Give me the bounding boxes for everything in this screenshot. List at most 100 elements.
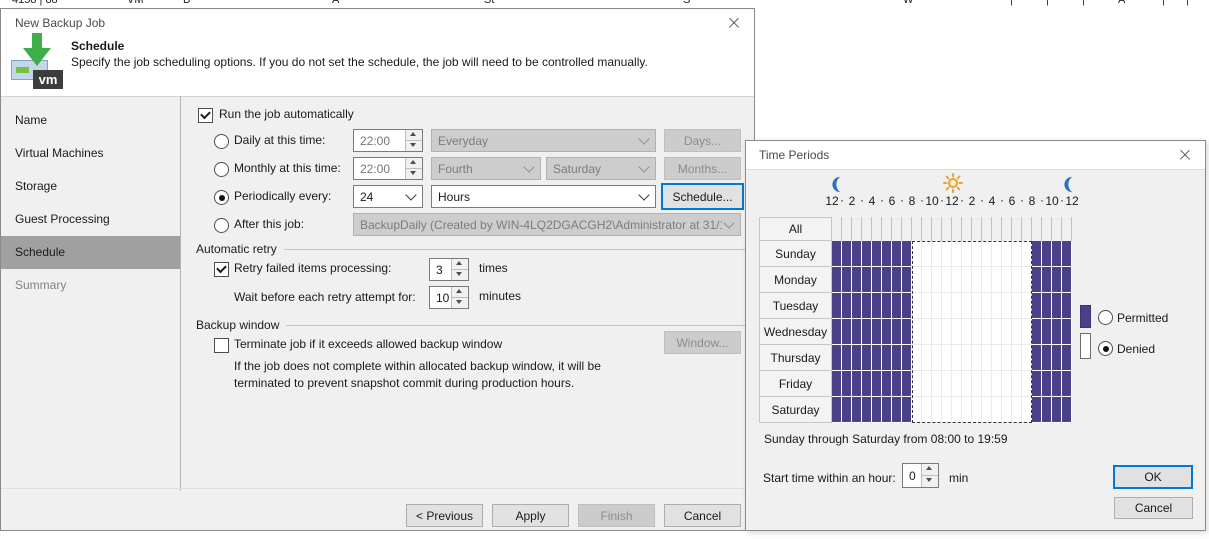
- time-cell[interactable]: [882, 241, 892, 267]
- time-cell[interactable]: [892, 319, 902, 345]
- time-cell[interactable]: [992, 293, 1002, 319]
- time-cell[interactable]: [982, 371, 992, 397]
- time-cell[interactable]: [902, 293, 912, 319]
- time-cell[interactable]: [1002, 241, 1012, 267]
- time-cell[interactable]: [1002, 397, 1012, 423]
- time-cell[interactable]: [1042, 371, 1052, 397]
- time-cell[interactable]: [1002, 345, 1012, 371]
- denied-radio[interactable]: [1098, 341, 1113, 356]
- time-cell[interactable]: [932, 319, 942, 345]
- time-cell[interactable]: [1032, 397, 1042, 423]
- spin-down-icon[interactable]: [922, 475, 938, 487]
- time-cell[interactable]: [1032, 241, 1042, 267]
- time-cell[interactable]: [912, 241, 922, 267]
- time-cell[interactable]: [842, 267, 852, 293]
- time-cell[interactable]: [1062, 397, 1072, 423]
- retry-checkbox[interactable]: [214, 262, 229, 277]
- time-cell[interactable]: [1052, 267, 1062, 293]
- time-cell[interactable]: [902, 371, 912, 397]
- time-cell[interactable]: [1012, 319, 1022, 345]
- time-cell[interactable]: [852, 345, 862, 371]
- day-label-sunday[interactable]: Sunday: [759, 241, 832, 267]
- time-cell[interactable]: [1052, 397, 1062, 423]
- time-cell[interactable]: [972, 293, 982, 319]
- time-cell[interactable]: [1042, 319, 1052, 345]
- time-cell[interactable]: [1062, 345, 1072, 371]
- time-cell[interactable]: [1042, 267, 1052, 293]
- time-cell[interactable]: [882, 319, 892, 345]
- day-label-tuesday[interactable]: Tuesday: [759, 293, 832, 319]
- time-cell[interactable]: [902, 319, 912, 345]
- time-cell[interactable]: [932, 217, 942, 241]
- time-cell[interactable]: [932, 267, 942, 293]
- time-cell[interactable]: [952, 241, 962, 267]
- permitted-radio[interactable]: [1098, 310, 1113, 325]
- sidebar-item-virtual-machines[interactable]: Virtual Machines: [1, 137, 180, 170]
- time-cell[interactable]: [1062, 241, 1072, 267]
- time-cell[interactable]: [862, 397, 872, 423]
- time-cell[interactable]: [862, 293, 872, 319]
- start-time-input[interactable]: 0: [902, 463, 939, 488]
- previous-button[interactable]: < Previous: [406, 504, 483, 527]
- time-cell[interactable]: [902, 267, 912, 293]
- time-cell[interactable]: [972, 345, 982, 371]
- after-job-radio[interactable]: [214, 218, 229, 233]
- time-cell[interactable]: [1012, 267, 1022, 293]
- time-cell[interactable]: [952, 397, 962, 423]
- spin-up-icon[interactable]: [452, 287, 468, 297]
- time-cell[interactable]: [1062, 217, 1072, 241]
- time-cell[interactable]: [972, 319, 982, 345]
- time-cell[interactable]: [952, 319, 962, 345]
- day-label-friday[interactable]: Friday: [759, 371, 832, 397]
- time-cell[interactable]: [922, 319, 932, 345]
- time-cell[interactable]: [1032, 293, 1042, 319]
- time-cell[interactable]: [942, 241, 952, 267]
- time-cell[interactable]: [832, 397, 842, 423]
- time-cell[interactable]: [1062, 319, 1072, 345]
- time-cell[interactable]: [922, 217, 932, 241]
- time-cell[interactable]: [852, 371, 862, 397]
- spin-up-icon[interactable]: [406, 130, 422, 140]
- terminate-checkbox[interactable]: [214, 338, 229, 353]
- close-icon[interactable]: [1173, 146, 1197, 164]
- time-cell[interactable]: [872, 345, 882, 371]
- time-cell[interactable]: [962, 217, 972, 241]
- time-cell[interactable]: [942, 319, 952, 345]
- start-time-spinner[interactable]: [921, 464, 938, 487]
- time-cell[interactable]: [842, 397, 852, 423]
- time-cell[interactable]: [1062, 293, 1072, 319]
- time-cell[interactable]: [982, 267, 992, 293]
- time-cell[interactable]: [882, 267, 892, 293]
- time-cell[interactable]: [1012, 293, 1022, 319]
- time-cell[interactable]: [882, 397, 892, 423]
- time-cell[interactable]: [1022, 345, 1032, 371]
- time-cell[interactable]: [942, 267, 952, 293]
- time-cell[interactable]: [1042, 241, 1052, 267]
- time-cell[interactable]: [912, 293, 922, 319]
- time-cell[interactable]: [1012, 217, 1022, 241]
- time-cell[interactable]: [842, 319, 852, 345]
- time-cell[interactable]: [972, 371, 982, 397]
- time-cell[interactable]: [1012, 371, 1022, 397]
- sidebar-item-guest-processing[interactable]: Guest Processing: [1, 203, 180, 236]
- time-cell[interactable]: [872, 319, 882, 345]
- day-label-saturday[interactable]: Saturday: [759, 397, 832, 423]
- time-cell[interactable]: [942, 217, 952, 241]
- time-cell[interactable]: [1052, 371, 1062, 397]
- daily-time-spinner[interactable]: [405, 130, 422, 151]
- time-cell[interactable]: [912, 217, 922, 241]
- time-cell[interactable]: [1012, 241, 1022, 267]
- time-cell[interactable]: [842, 345, 852, 371]
- time-cell[interactable]: [842, 371, 852, 397]
- time-cell[interactable]: [1042, 217, 1052, 241]
- time-cell[interactable]: [852, 319, 862, 345]
- time-cell[interactable]: [872, 293, 882, 319]
- time-cell[interactable]: [922, 397, 932, 423]
- time-cell[interactable]: [1022, 397, 1032, 423]
- time-cell[interactable]: [1032, 267, 1042, 293]
- time-cell[interactable]: [932, 397, 942, 423]
- monthly-radio[interactable]: [214, 162, 229, 177]
- time-cell[interactable]: [872, 267, 882, 293]
- time-cell[interactable]: [1062, 371, 1072, 397]
- time-cell[interactable]: [962, 293, 972, 319]
